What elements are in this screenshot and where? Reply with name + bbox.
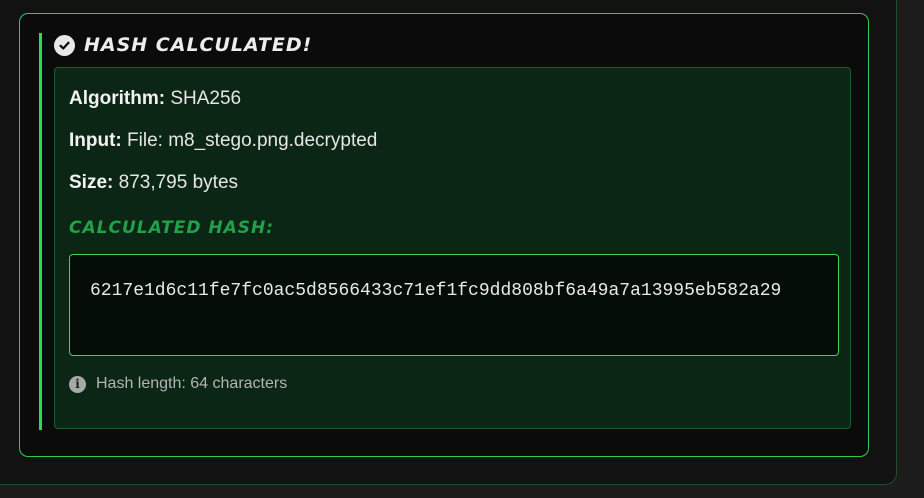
calculated-hash-heading: CALCULATED HASH: xyxy=(69,218,275,238)
info-circle-icon: i xyxy=(69,375,86,393)
size-value: 873,795 bytes xyxy=(118,172,239,193)
hash-result-card: HASH CALCULATED! Algorithm: SHA256 Input… xyxy=(19,13,869,457)
input-value: File: m8_stego.png.decrypted xyxy=(127,130,378,151)
hash-value[interactable]: 6217e1d6c11fe7fc0ac5d8566433c71ef1fc9dd8… xyxy=(90,275,820,308)
card-header: HASH CALCULATED! xyxy=(54,34,312,56)
hash-length-text: Hash length: 64 characters xyxy=(96,375,288,392)
hash-output-box[interactable]: 6217e1d6c11fe7fc0ac5d8566433c71ef1fc9dd8… xyxy=(69,254,839,356)
accent-bar xyxy=(39,33,42,430)
size-row: Size: 873,795 bytes xyxy=(69,172,238,194)
card-title: HASH CALCULATED! xyxy=(84,34,313,56)
details-box: Algorithm: SHA256 Input: File: m8_stego.… xyxy=(54,67,851,429)
algorithm-row: Algorithm: SHA256 xyxy=(69,88,241,110)
size-label: Size: xyxy=(69,172,114,193)
hash-length-info: i Hash length: 64 characters xyxy=(69,375,287,393)
input-label: Input: xyxy=(69,130,122,151)
input-row: Input: File: m8_stego.png.decrypted xyxy=(69,130,377,152)
algorithm-value: SHA256 xyxy=(170,88,242,109)
algorithm-label: Algorithm: xyxy=(69,88,166,109)
check-circle-icon xyxy=(54,34,75,56)
